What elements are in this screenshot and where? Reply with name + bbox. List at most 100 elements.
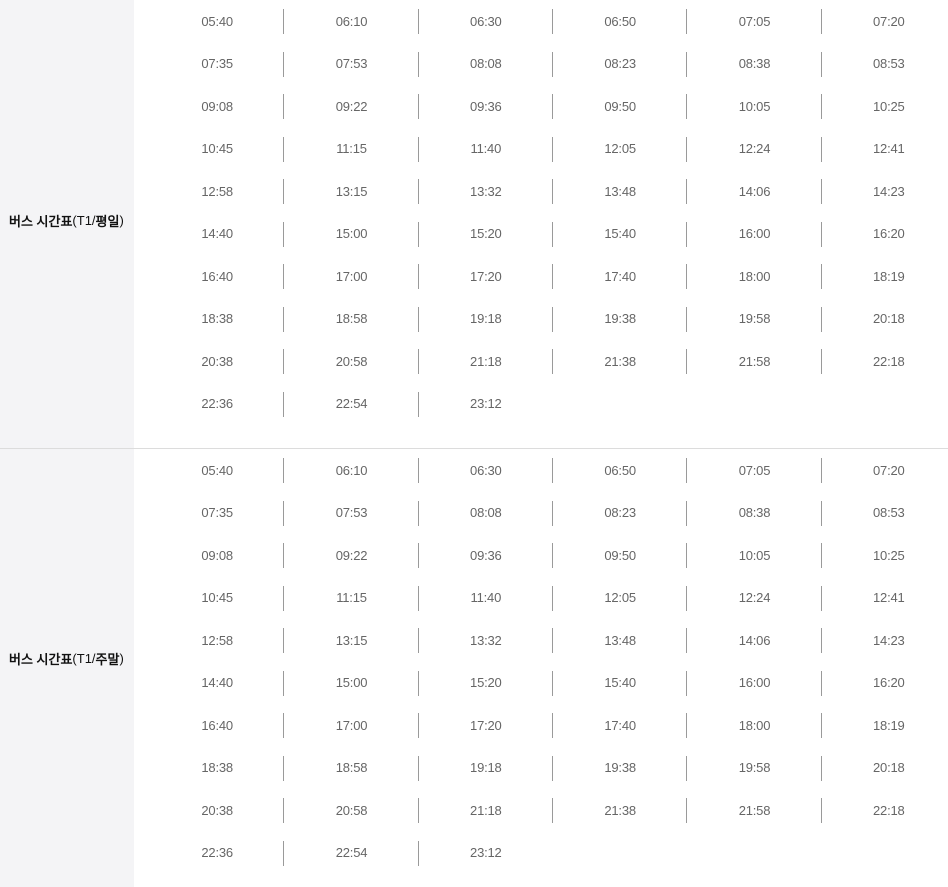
departure-time: 16:20 bbox=[873, 675, 905, 691]
departure-time: 08:38 bbox=[738, 505, 771, 521]
departure-time: 19:38 bbox=[604, 760, 636, 776]
departure-time: 15:00 bbox=[335, 675, 368, 691]
departure-time: 17:20 bbox=[470, 268, 502, 284]
time-cell: 22:54 bbox=[284, 832, 419, 875]
time-cell: 21:38 bbox=[553, 789, 688, 832]
time-cell: 10:45 bbox=[150, 128, 285, 171]
departure-time: 07:35 bbox=[201, 56, 233, 72]
time-cell: 07:53 bbox=[284, 43, 419, 86]
departure-time: 07:20 bbox=[873, 13, 905, 29]
departure-time: 21:58 bbox=[738, 353, 771, 369]
time-cell: 23:12 bbox=[419, 383, 553, 426]
departure-time: 14:06 bbox=[738, 632, 771, 648]
time-cell: 08:38 bbox=[687, 43, 822, 86]
time-cell: 22:18 bbox=[822, 789, 948, 832]
time-cell: 12:05 bbox=[553, 577, 688, 620]
departure-time: 13:15 bbox=[335, 632, 368, 648]
time-cell: 20:58 bbox=[284, 789, 419, 832]
departure-time: 12:24 bbox=[738, 141, 771, 157]
departure-time: 17:40 bbox=[604, 268, 636, 284]
time-row: 05:40 06:10 06:30 06:50 07:05 07:20 bbox=[150, 0, 948, 43]
time-cell: 13:48 bbox=[553, 619, 688, 662]
time-cell: 09:36 bbox=[419, 85, 553, 128]
time-row: 22:36 22:54 23:12 bbox=[150, 832, 948, 875]
time-cell: 14:40 bbox=[150, 662, 285, 705]
time-cell: 17:40 bbox=[553, 704, 688, 747]
departure-time: 15:40 bbox=[604, 675, 636, 691]
time-cell: 19:18 bbox=[419, 747, 553, 790]
time-cell: 11:15 bbox=[284, 128, 419, 171]
time-cell: 21:18 bbox=[419, 340, 553, 383]
departure-time: 08:53 bbox=[873, 56, 905, 72]
departure-time: 09:08 bbox=[201, 98, 233, 114]
time-cell: 18:58 bbox=[284, 747, 419, 790]
time-cell: 08:38 bbox=[687, 492, 822, 535]
time-row: 18:38 18:58 19:18 19:38 19:58 20:18 bbox=[150, 747, 948, 790]
label-day-type: 주말 bbox=[95, 651, 120, 667]
bus-schedule-table: 버스 시간표 (T1/평일) 05:40 06:10 06:30 06:50 07:05 0… bbox=[0, 0, 948, 887]
time-cell: 08:23 bbox=[553, 43, 688, 86]
time-cell: 18:00 bbox=[687, 704, 822, 747]
departure-time: 08:23 bbox=[604, 56, 636, 72]
time-cell: 15:20 bbox=[419, 213, 553, 256]
departure-time: 12:05 bbox=[604, 590, 636, 606]
departure-time: 15:00 bbox=[335, 226, 368, 242]
departure-time: 09:22 bbox=[335, 547, 368, 563]
departure-time: 16:40 bbox=[201, 268, 233, 284]
departure-time: 08:23 bbox=[604, 505, 636, 521]
time-cell: 17:00 bbox=[284, 255, 419, 298]
departure-time: 21:38 bbox=[604, 802, 636, 818]
time-cell: 13:32 bbox=[419, 170, 553, 213]
time-cell: 18:58 bbox=[284, 298, 419, 341]
time-cell: 19:58 bbox=[687, 747, 822, 790]
departure-time: 13:32 bbox=[470, 632, 502, 648]
time-cell: 08:23 bbox=[553, 492, 688, 535]
time-cell: 18:19 bbox=[822, 255, 948, 298]
time-cell: 16:00 bbox=[687, 662, 822, 705]
time-cell: 07:20 bbox=[822, 449, 948, 492]
time-cell bbox=[553, 383, 687, 426]
departure-time: 17:20 bbox=[470, 717, 502, 733]
time-cell: 16:40 bbox=[150, 255, 285, 298]
departure-time: 16:20 bbox=[873, 226, 905, 242]
time-row: 09:08 09:22 09:36 09:50 10:05 10:25 bbox=[150, 534, 948, 577]
time-cell: 13:48 bbox=[553, 170, 688, 213]
departure-time: 06:10 bbox=[335, 462, 368, 478]
departure-time: 18:38 bbox=[201, 760, 233, 776]
weekday-schedule-label: 버스 시간표 (T1/평일) bbox=[0, 0, 134, 448]
departure-time: 05:40 bbox=[201, 462, 233, 478]
time-cell: 15:20 bbox=[419, 662, 553, 705]
departure-time: 18:58 bbox=[335, 760, 368, 776]
time-cell: 09:22 bbox=[284, 85, 419, 128]
weekend-schedule-label: 버스 시간표 (T1/주말) bbox=[0, 449, 134, 887]
time-cell: 12:24 bbox=[687, 577, 822, 620]
departure-time: 14:23 bbox=[873, 632, 905, 648]
time-cell: 20:18 bbox=[822, 298, 948, 341]
time-cell: 07:53 bbox=[284, 492, 419, 535]
departure-time: 05:40 bbox=[201, 13, 233, 29]
departure-time: 19:58 bbox=[738, 760, 771, 776]
time-cell: 14:06 bbox=[687, 170, 822, 213]
weekend-time-grid: 05:40 06:10 06:30 06:50 07:05 07:20 07:35 07:53… bbox=[150, 449, 948, 874]
time-cell: 12:58 bbox=[150, 170, 285, 213]
departure-time: 16:40 bbox=[201, 717, 233, 733]
departure-time: 09:36 bbox=[470, 547, 502, 563]
time-row: 10:45 11:15 11:40 12:05 12:24 12:41 bbox=[150, 128, 948, 171]
departure-time: 06:50 bbox=[604, 13, 636, 29]
time-cell: 13:15 bbox=[284, 619, 419, 662]
time-row: 16:40 17:00 17:20 17:40 18:00 18:19 bbox=[150, 255, 948, 298]
time-cell: 08:08 bbox=[419, 43, 553, 86]
departure-time: 11:15 bbox=[336, 141, 367, 157]
departure-time: 18:19 bbox=[873, 268, 905, 284]
label-title: 버스 시간표 bbox=[9, 213, 73, 229]
time-row: 10:45 11:15 11:40 12:05 12:24 12:41 bbox=[150, 577, 948, 620]
time-cell: 19:58 bbox=[687, 298, 822, 341]
departure-time: 08:53 bbox=[873, 505, 905, 521]
departure-time: 06:50 bbox=[604, 462, 636, 478]
departure-time: 11:40 bbox=[470, 590, 502, 606]
weekday-schedule-section: 버스 시간표 (T1/평일) 05:40 06:10 06:30 06:50 07:05 0… bbox=[0, 0, 948, 449]
time-cell: 06:50 bbox=[553, 449, 688, 492]
departure-time: 07:53 bbox=[335, 56, 368, 72]
time-cell: 05:40 bbox=[150, 449, 285, 492]
departure-time: 12:41 bbox=[873, 590, 905, 606]
